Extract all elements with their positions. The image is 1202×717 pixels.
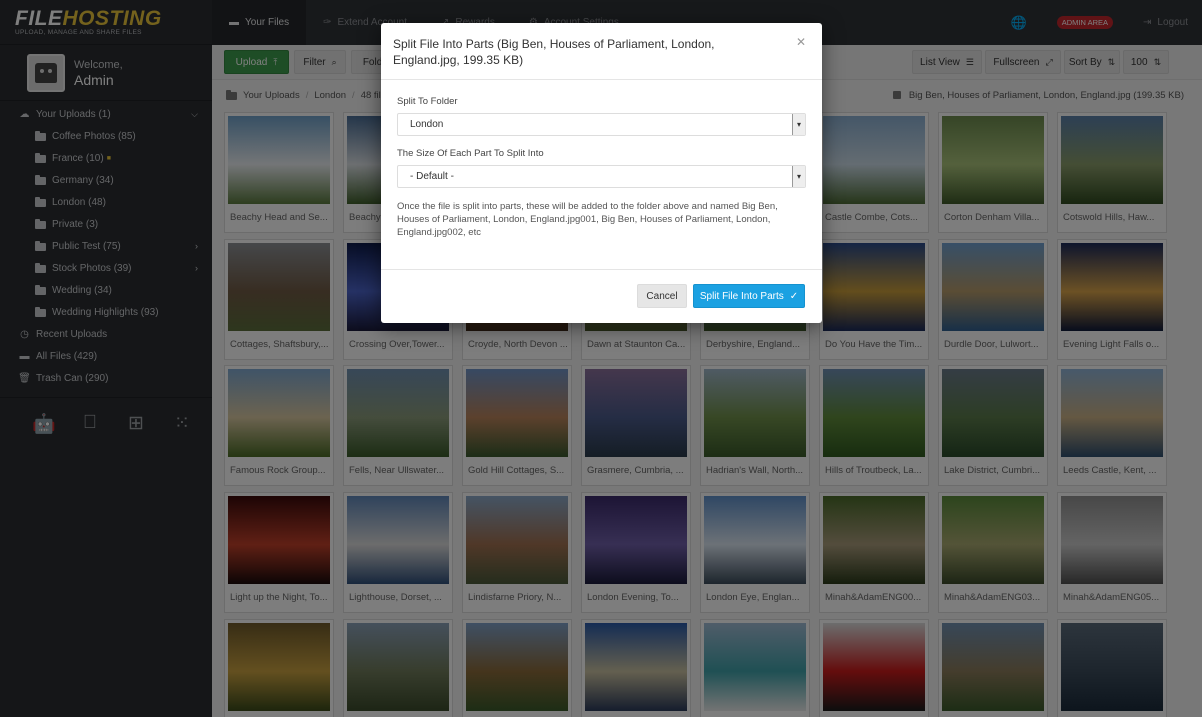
split-folder-select[interactable]: London ▾: [397, 113, 806, 136]
split-file-modal: Split File Into Parts (Big Ben, Houses o…: [381, 23, 822, 323]
split-folder-label: Split To Folder: [397, 96, 458, 107]
split-help-text: Once the file is split into parts, these…: [397, 201, 778, 238]
chevron-down-icon: ▾: [792, 114, 805, 135]
close-icon[interactable]: ✕: [796, 35, 806, 49]
check-icon: ✓: [789, 290, 799, 302]
part-size-value: - Default -: [410, 171, 454, 182]
part-size-select[interactable]: - Default - ▾: [397, 165, 806, 188]
split-file-label: Split File Into Parts: [699, 290, 784, 302]
part-size-label: The Size Of Each Part To Split Into: [397, 148, 544, 159]
split-file-button[interactable]: Split File Into Parts ✓: [693, 284, 805, 308]
cancel-button[interactable]: Cancel: [637, 284, 687, 308]
modal-title: Split File Into Parts (Big Ben, Houses o…: [393, 37, 715, 67]
chevron-down-icon: ▾: [792, 166, 805, 187]
split-folder-value: London: [410, 119, 444, 130]
